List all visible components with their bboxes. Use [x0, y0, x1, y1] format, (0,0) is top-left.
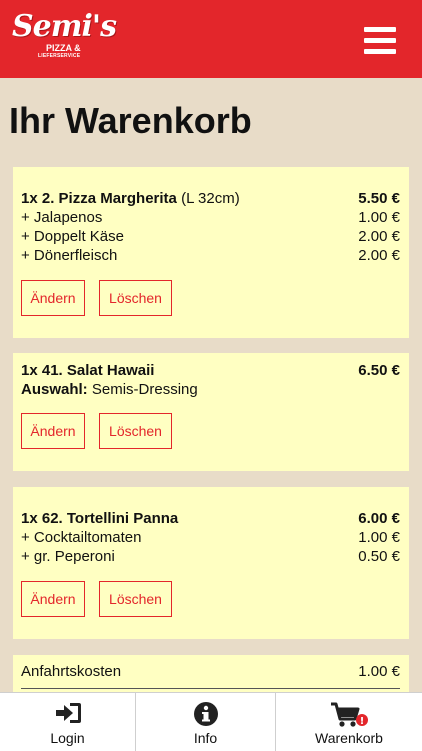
cart-item-card: 1x 41. Salat Hawaii 6.50 € Auswahl: Semi…	[13, 353, 409, 471]
cart-item-card: 1x 62. Tortellini Panna 6.00 € + Cocktai…	[13, 487, 409, 639]
cart-item-price: 5.50 €	[358, 190, 400, 207]
info-circle-icon	[193, 701, 219, 732]
logo-script: Semi's	[12, 9, 117, 44]
delete-button[interactable]: Löschen	[99, 280, 172, 316]
app-header: Semi's PIZZA & LIEFERSERVICE	[0, 0, 422, 78]
logo-tagline-2: LIEFERSERVICE	[38, 53, 81, 59]
tab-label: Login	[50, 730, 85, 746]
tab-label: Info	[193, 730, 218, 746]
extra-label: + Jalapenos	[21, 209, 103, 226]
cart-item-title: 1x 62. Tortellini Panna	[21, 510, 179, 527]
extra-price: 1.00 €	[358, 529, 400, 546]
cart-item-title-row: 1x 62. Tortellini Panna 6.00 €	[21, 509, 400, 529]
extra-label: + Doppelt Käse	[21, 228, 124, 245]
hamburger-menu-icon[interactable]	[364, 27, 396, 54]
divider	[21, 688, 400, 689]
cart-option-row: Auswahl: Semis-Dressing	[21, 380, 400, 400]
tab-cart[interactable]: ! Warenkorb	[276, 693, 422, 751]
login-arrow-icon	[54, 701, 82, 730]
extra-price: 2.00 €	[358, 228, 400, 245]
cart-item-title: 1x 2. Pizza Margherita	[21, 190, 177, 207]
extra-price: 1.00 €	[358, 209, 400, 226]
cart-item-price: 6.00 €	[358, 510, 400, 527]
cart-item-title-row: 1x 41. Salat Hawaii 6.50 €	[21, 361, 400, 381]
extra-label: + Cocktailtomaten	[21, 529, 142, 546]
edit-button[interactable]: Ändern	[21, 280, 85, 316]
delete-button[interactable]: Löschen	[99, 413, 172, 449]
delete-button[interactable]: Löschen	[99, 581, 172, 617]
delivery-price: 1.00 €	[358, 663, 400, 680]
cart-extra-row: + Doppelt Käse 2.00 €	[21, 227, 400, 247]
cart-item-card: 1x 2. Pizza Margherita (L 32cm) 5.50 € +…	[13, 167, 409, 338]
extra-label: + gr. Peperoni	[21, 548, 115, 565]
cart-item-size: (L 32cm)	[181, 190, 240, 207]
extra-price: 2.00 €	[358, 247, 400, 264]
cart-extra-row: + gr. Peperoni 0.50 €	[21, 547, 400, 567]
tab-info[interactable]: Info	[136, 693, 275, 751]
cart-extra-row: + Dönerfleisch 2.00 €	[21, 246, 400, 266]
tab-login[interactable]: Login	[0, 693, 135, 751]
delivery-cost-row: Anfahrtskosten 1.00 €	[21, 662, 400, 682]
cart-badge: !	[360, 716, 365, 727]
page-title: Ihr Warenkorb	[9, 100, 252, 141]
cart-item-title: 1x 41. Salat Hawaii	[21, 362, 155, 379]
extra-label: + Dönerfleisch	[21, 247, 118, 264]
cart-item-title-row: 1x 2. Pizza Margherita (L 32cm) 5.50 €	[21, 189, 400, 209]
cart-extra-row: + Jalapenos 1.00 €	[21, 208, 400, 228]
option-label: Auswahl:	[21, 381, 88, 398]
delivery-cost-card: Anfahrtskosten 1.00 €	[13, 655, 409, 695]
bottom-tab-bar: Login Info ! Warenkorb	[0, 692, 422, 751]
cart-item-price: 6.50 €	[358, 362, 400, 379]
semis-logo[interactable]: Semi's PIZZA & LIEFERSERVICE	[12, 10, 117, 66]
cart-extra-row: + Cocktailtomaten 1.00 €	[21, 528, 400, 548]
edit-button[interactable]: Ändern	[21, 413, 85, 449]
logo-tagline-1: PIZZA &	[46, 43, 81, 53]
option-value: Semis-Dressing	[91, 381, 198, 398]
extra-price: 0.50 €	[358, 548, 400, 565]
edit-button[interactable]: Ändern	[21, 581, 85, 617]
delivery-label: Anfahrtskosten	[21, 663, 122, 680]
tab-label: Warenkorb	[315, 730, 383, 746]
